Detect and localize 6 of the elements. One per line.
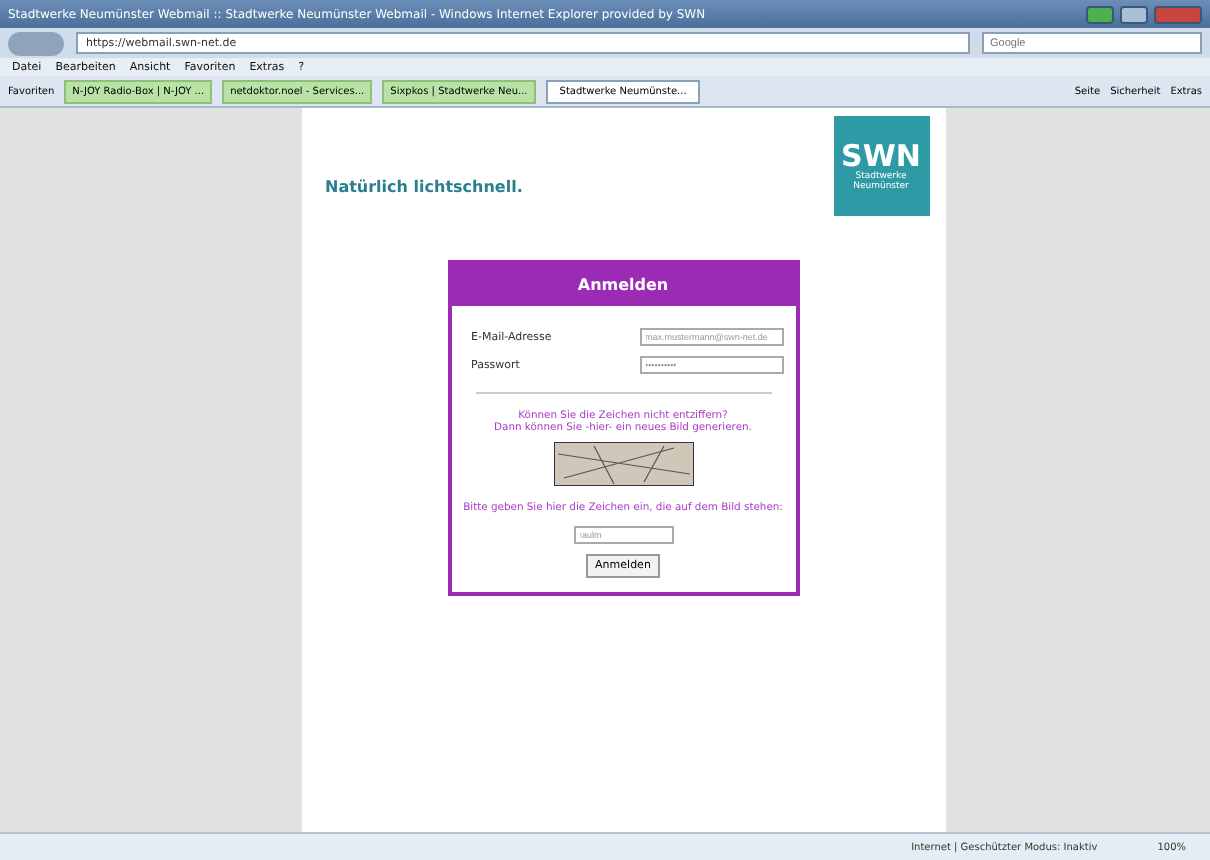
minimize-button[interactable] — [1086, 5, 1114, 23]
captcha-image — [553, 442, 693, 486]
close-button[interactable] — [1154, 5, 1202, 23]
maximize-button[interactable] — [1120, 5, 1148, 23]
slogan: Natürlich lichtschnell. — [325, 178, 523, 196]
login-title: Anmelden — [451, 264, 795, 306]
